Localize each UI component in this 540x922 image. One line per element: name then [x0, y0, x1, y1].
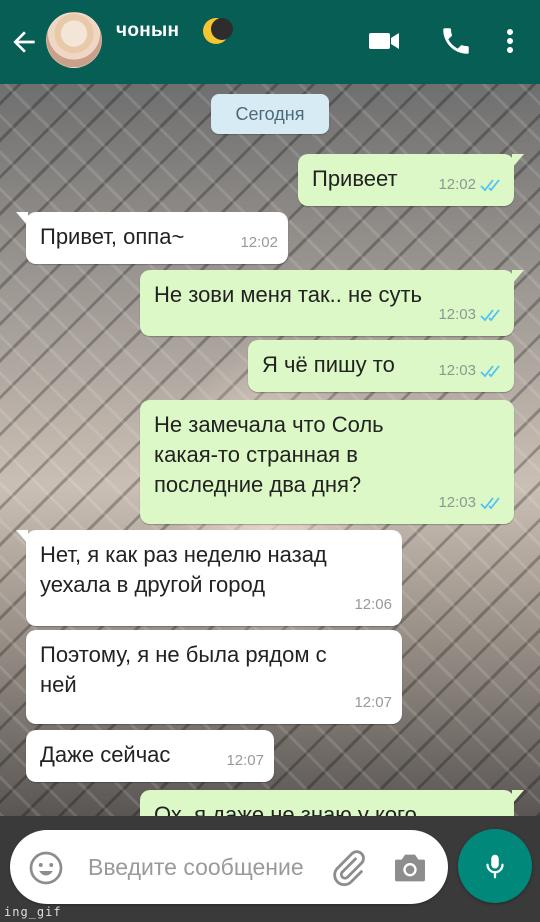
mic-button[interactable] — [458, 829, 532, 903]
chat-header: чонын — [0, 0, 540, 84]
read-ticks-icon — [480, 497, 500, 510]
message-out[interactable]: Ох, я даже не знаю у кого — [140, 790, 524, 816]
message-text: Нет, я как раз неделю назад уехала в дру… — [40, 542, 327, 597]
watermark: ing_gif — [4, 905, 62, 919]
message-time: 12:03 — [438, 362, 476, 379]
message-input[interactable]: Введите сообщение — [88, 854, 304, 881]
message-time: 12:03 — [438, 494, 476, 511]
message-in[interactable]: Даже сейчас 12:07 — [26, 730, 274, 782]
mic-icon — [486, 854, 504, 879]
message-in[interactable]: Поэтому, я не была рядом с ней 12:07 — [26, 630, 402, 724]
message-time: 12:02 — [438, 176, 476, 193]
date-chip: Сегодня — [211, 94, 329, 134]
message-out[interactable]: Я чё пишу то 12:03 — [248, 340, 514, 392]
message-in[interactable]: Привет, оппа~ 12:02 — [16, 212, 288, 264]
read-ticks-icon — [480, 179, 500, 192]
message-text: Ох, я даже не знаю у кого — [154, 802, 417, 816]
message-out[interactable]: Не замечала что Соль какая-то странная в… — [140, 400, 514, 524]
message-out[interactable]: Не зови меня так.. не суть 12:03 — [140, 270, 524, 336]
message-text: Поэтому, я не была рядом с ней — [40, 642, 327, 697]
message-out[interactable]: Привеет 12:02 — [298, 154, 524, 206]
avatar[interactable] — [46, 12, 102, 68]
message-time: 12:02 — [240, 234, 278, 251]
read-ticks-icon — [480, 309, 500, 322]
message-time: 12:07 — [354, 694, 392, 711]
message-time: 12:06 — [354, 596, 392, 613]
message-text: Не замечала что Соль какая-то странная в… — [154, 412, 384, 497]
crescent-moon-icon — [203, 18, 233, 44]
message-in[interactable]: Нет, я как раз неделю назад уехала в дру… — [16, 530, 402, 626]
emoji-icon[interactable] — [28, 850, 64, 886]
read-ticks-icon — [480, 365, 500, 378]
more-vert-icon[interactable] — [492, 24, 528, 58]
contact-name[interactable]: чонын — [116, 20, 179, 42]
camera-icon[interactable] — [390, 848, 430, 888]
attach-icon[interactable] — [328, 848, 368, 888]
phone-icon[interactable] — [438, 24, 474, 58]
message-composer[interactable]: Введите сообщение — [10, 830, 448, 904]
message-text: Привет, оппа~ — [40, 224, 185, 249]
chat-area[interactable]: Сегодня Привеет 12:02 Привет, оппа~ 12:0… — [0, 84, 540, 816]
back-arrow-icon[interactable] — [8, 26, 40, 58]
message-time: 12:03 — [438, 306, 476, 323]
video-call-icon[interactable] — [366, 24, 402, 58]
message-time: 12:07 — [226, 752, 264, 769]
